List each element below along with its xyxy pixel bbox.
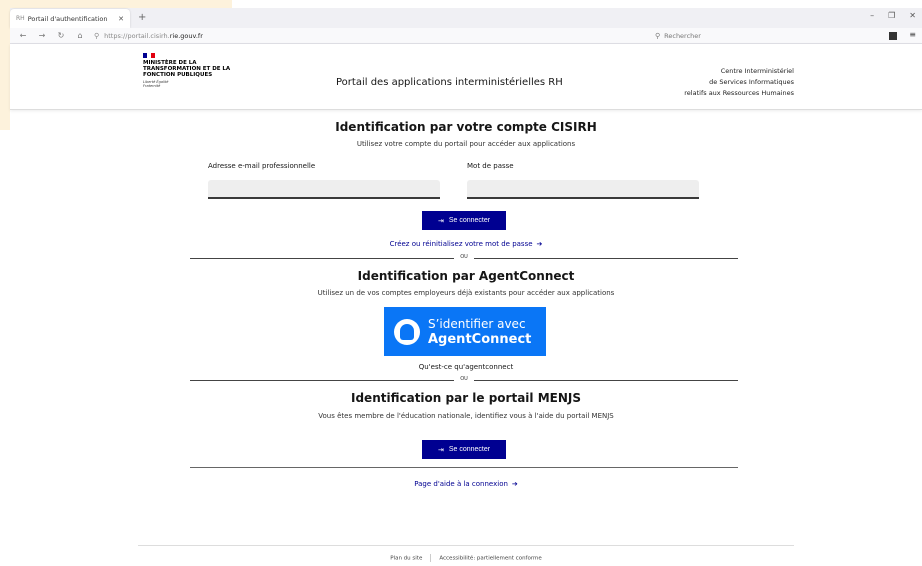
back-icon[interactable]: ← xyxy=(17,31,29,40)
url-domain: rie.gouv.fr xyxy=(169,31,203,40)
password-field[interactable] xyxy=(467,180,699,199)
centre-description: Centre Interministériel de Services Info… xyxy=(684,66,794,99)
search-placeholder: Rechercher xyxy=(664,32,701,40)
favicon-icon: RH xyxy=(16,15,25,22)
search-icon: ⚲ xyxy=(94,31,100,40)
tab-bar: RH Portail d'authentification ✕ + – ❐ ✕ xyxy=(10,8,922,28)
page-decoration-top xyxy=(0,0,232,8)
menjs-login-label: Se connecter xyxy=(448,446,491,453)
new-tab-button[interactable]: + xyxy=(138,9,146,28)
separator-line xyxy=(190,467,738,468)
centre-line-3: relatifs aux Ressources Humaines xyxy=(684,89,794,97)
window-controls: – ❐ ✕ xyxy=(870,11,916,20)
site-header: Ministère de la Transformation et de la … xyxy=(10,44,922,110)
agentconnect-title: Identification par AgentConnect xyxy=(357,269,575,283)
login-icon: ⇥ xyxy=(437,217,444,225)
menjs-subtitle: Vous êtes membre de l'éducation national… xyxy=(318,412,614,420)
sitemap-link[interactable]: Plan du site xyxy=(390,556,422,562)
cisirh-login-label: Se connecter xyxy=(448,217,491,224)
republic-motto: Liberté Égalité Fraternité xyxy=(143,80,169,88)
login-icon: ⇥ xyxy=(437,446,444,454)
cisirh-login-button[interactable]: ⇥ Se connecter xyxy=(422,211,506,230)
forward-icon[interactable]: → xyxy=(36,31,48,40)
close-window-icon[interactable]: ✕ xyxy=(909,11,916,20)
close-tab-icon[interactable]: ✕ xyxy=(118,15,124,23)
agentconnect-info-link[interactable]: Qu'est-ce qu'agentconnect xyxy=(10,363,922,371)
url-prefix: https://portail.cisirh. xyxy=(104,31,170,40)
government-logo[interactable]: Ministère de la Transformation et de la … xyxy=(143,53,253,88)
menjs-login-button[interactable]: ⇥ Se connecter xyxy=(422,440,506,459)
centre-line-1: Centre Interministériel xyxy=(720,67,794,75)
accessibility-link[interactable]: Accessibilité: partiellement conforme xyxy=(439,556,541,562)
agentconnect-button-line1: S’identifier avec xyxy=(428,316,526,331)
centre-line-2: de Services Informatiques xyxy=(709,78,794,86)
arrow-right-icon: ➔ xyxy=(536,240,543,248)
help-link-label: Page d'aide à la connexion xyxy=(414,480,508,488)
ministry-name: Ministère de la Transformation et de la … xyxy=(143,60,231,78)
email-label: Adresse e-mail professionnelle xyxy=(208,162,316,170)
extension-icon[interactable] xyxy=(889,32,898,40)
agentconnect-subtitle: Utilisez un de vos comptes employeurs dé… xyxy=(317,289,615,297)
agentconnect-button-line2: AgentConnect xyxy=(428,331,532,347)
reset-password-label: Créez ou réinitialisez votre mot de pass… xyxy=(389,240,533,248)
navigation-bar: ← → ↻ ⌂ ⚲ https://portail.cisirh. rie.gou… xyxy=(10,28,922,44)
browser-window: RH Portail d'authentification ✕ + – ❐ ✕ … xyxy=(10,8,922,566)
cisirh-subtitle: Utilisez votre compte du portail pour ac… xyxy=(356,140,576,148)
agentconnect-logo-icon xyxy=(394,318,420,345)
cisirh-title: Identification par votre compte CISIRH xyxy=(335,120,597,134)
toolbar-right: ≡ xyxy=(889,30,916,40)
search-icon: ⚲ xyxy=(655,32,661,40)
reload-icon[interactable]: ↻ xyxy=(55,31,67,40)
reset-password-link[interactable]: Créez ou réinitialisez votre mot de pass… xyxy=(10,240,922,248)
browser-tab[interactable]: RH Portail d'authentification ✕ xyxy=(10,9,130,28)
url-bar[interactable]: ⚲ https://portail.cisirh. rie.gouv.fr xyxy=(94,32,634,40)
page-decoration-left xyxy=(0,0,10,130)
minimize-icon[interactable]: – xyxy=(870,11,874,20)
tab-title: Portail d'authentification xyxy=(27,14,108,23)
site-footer: Plan du site Accessibilité: partiellement… xyxy=(138,545,794,562)
portal-title: Portail des applications interministérie… xyxy=(336,77,563,88)
separator-or: OU xyxy=(454,254,474,260)
french-flag-icon xyxy=(143,53,155,58)
menjs-title: Identification par le portail MENJS xyxy=(351,391,581,405)
password-label: Mot de passe xyxy=(467,162,514,170)
footer-divider xyxy=(430,554,432,562)
restore-icon[interactable]: ❐ xyxy=(888,11,895,20)
arrow-right-icon: ➔ xyxy=(511,480,518,488)
browser-search-box[interactable]: ⚲ Rechercher xyxy=(655,30,869,42)
home-icon[interactable]: ⌂ xyxy=(74,31,86,40)
agentconnect-button[interactable]: S’identifier avec AgentConnect xyxy=(384,307,546,356)
menu-icon[interactable]: ≡ xyxy=(909,30,916,40)
email-field[interactable] xyxy=(208,180,440,199)
separator-or: OU xyxy=(454,376,474,382)
help-link[interactable]: Page d'aide à la connexion ➔ xyxy=(10,480,922,488)
